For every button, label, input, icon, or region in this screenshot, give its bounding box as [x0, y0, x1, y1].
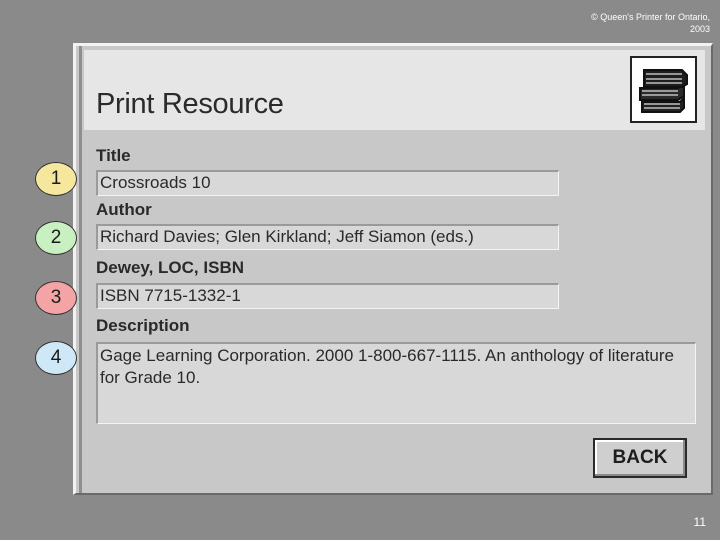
author-field: Richard Davies; Glen Kirkland; Jeff Siam…	[96, 224, 559, 250]
description-field: Gage Learning Corporation. 2000 1-800-66…	[96, 342, 696, 424]
callout-1: 1	[35, 162, 77, 196]
description-label: Description	[96, 316, 190, 335]
window-header: Print Resource	[84, 50, 705, 130]
print-resource-window: Print Resource Title Crossroads 10 Autho…	[73, 43, 713, 495]
callout-4: 4	[35, 341, 77, 375]
title-field: Crossroads 10	[96, 170, 559, 196]
window-edge	[79, 46, 82, 493]
copyright-notice: © Queen's Printer for Ontario, 2003	[591, 12, 710, 34]
author-label: Author	[96, 200, 152, 219]
isbn-label: Dewey, LOC, ISBN	[96, 258, 244, 277]
isbn-field: ISBN 7715-1332-1	[96, 283, 559, 309]
page-number: 11	[693, 515, 706, 529]
page-title: Print Resource	[96, 88, 284, 120]
back-button[interactable]: BACK	[593, 438, 687, 478]
callout-3: 3	[35, 281, 77, 315]
books-icon	[630, 56, 697, 123]
callout-2: 2	[35, 221, 77, 255]
title-label: Title	[96, 146, 131, 165]
